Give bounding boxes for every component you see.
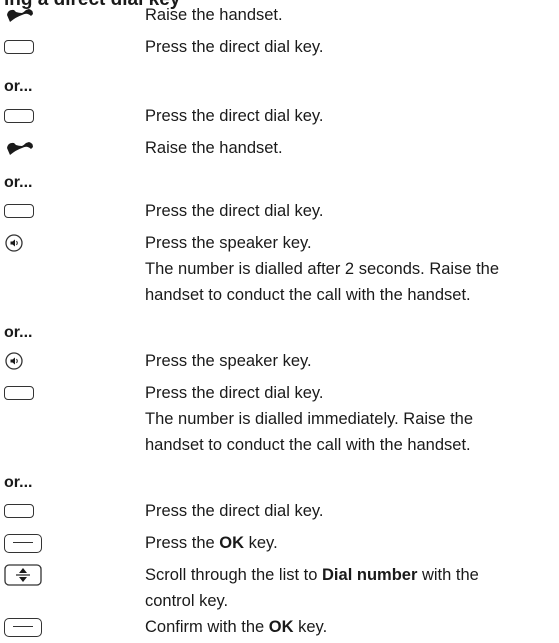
or-separator: or... xyxy=(4,174,33,191)
handset-icon xyxy=(4,134,44,164)
direct-dial-key-icon xyxy=(4,33,44,63)
step-row: Scroll through the list to Dial number w… xyxy=(0,561,559,591)
step-row: Press the direct dial key. xyxy=(0,102,559,132)
step-row: Raise the handset. xyxy=(0,1,559,31)
step-row: Press the direct dial key. xyxy=(0,379,559,409)
step-text: Raise the handset. xyxy=(145,139,283,157)
step-text: Press the direct dial key. xyxy=(145,38,324,56)
step-note-line: handset to conduct the call with the han… xyxy=(145,436,471,454)
step-row: Confirm with the OK key. xyxy=(0,613,559,643)
step-row: Press the OK key. xyxy=(0,529,559,559)
step-row: Press the direct dial key. xyxy=(0,33,559,63)
or-separator: or... xyxy=(4,324,33,341)
direct-dial-key-icon xyxy=(4,102,44,132)
step-row: Press the direct dial key. xyxy=(0,197,559,227)
handset-icon xyxy=(4,1,44,31)
step-note-line: The number is dialled immediately. Raise… xyxy=(145,410,474,428)
direct-dial-key-icon xyxy=(4,497,44,527)
step-note-line: handset to conduct the call with the han… xyxy=(145,286,471,304)
direct-dial-key-icon xyxy=(4,197,44,227)
step-text: Press the direct dial key. xyxy=(145,107,324,125)
step-row: Press the direct dial key. xyxy=(0,497,559,527)
speaker-key-icon xyxy=(4,347,44,377)
step-row: Press the speaker key. xyxy=(0,347,559,377)
step-text: Raise the handset. xyxy=(145,6,283,24)
ok-key-icon xyxy=(4,613,44,643)
step-note-line: control key. xyxy=(145,592,229,610)
direct-dial-key-icon xyxy=(4,379,44,409)
or-separator: or... xyxy=(4,474,33,491)
step-text: Press the speaker key. xyxy=(145,352,312,370)
step-row: Raise the handset. xyxy=(0,134,559,164)
step-note-line: The number is dialled after 2 seconds. R… xyxy=(145,260,500,278)
step-text: Confirm with the OK key. xyxy=(145,618,328,636)
ok-key-icon xyxy=(4,529,44,559)
step-text: Press the speaker key. xyxy=(145,234,312,252)
step-row: Press the speaker key. xyxy=(0,229,559,259)
step-text: Press the direct dial key. xyxy=(145,502,324,520)
control-key-icon xyxy=(4,561,44,591)
step-text: Press the direct dial key. xyxy=(145,384,324,402)
step-text: Press the OK key. xyxy=(145,534,278,552)
step-text: Scroll through the list to Dial number w… xyxy=(145,566,479,584)
speaker-key-icon xyxy=(4,229,44,259)
step-text: Press the direct dial key. xyxy=(145,202,324,220)
or-separator: or... xyxy=(4,78,33,95)
